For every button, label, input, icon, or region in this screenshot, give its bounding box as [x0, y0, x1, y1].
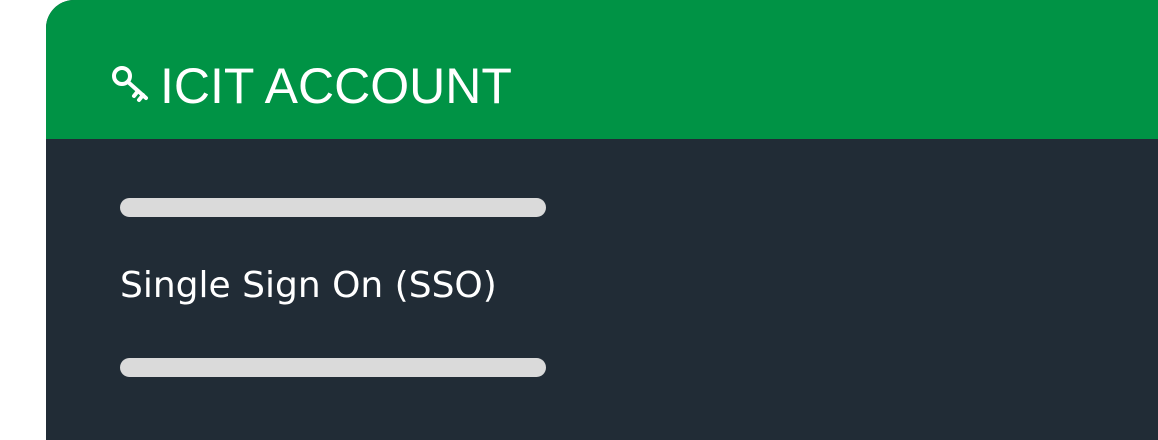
divider-top [120, 198, 546, 217]
key-icon [110, 64, 152, 104]
divider-bottom [120, 358, 546, 377]
card-body: Single Sign On (SSO) [46, 139, 1158, 440]
card-header: ICIT ACCOUNT [46, 0, 1158, 139]
page-title: ICIT ACCOUNT [160, 58, 512, 114]
sso-login-link[interactable]: Single Sign On (SSO) [120, 261, 497, 311]
account-card: ICIT ACCOUNT Single Sign On (SSO) [46, 0, 1158, 440]
